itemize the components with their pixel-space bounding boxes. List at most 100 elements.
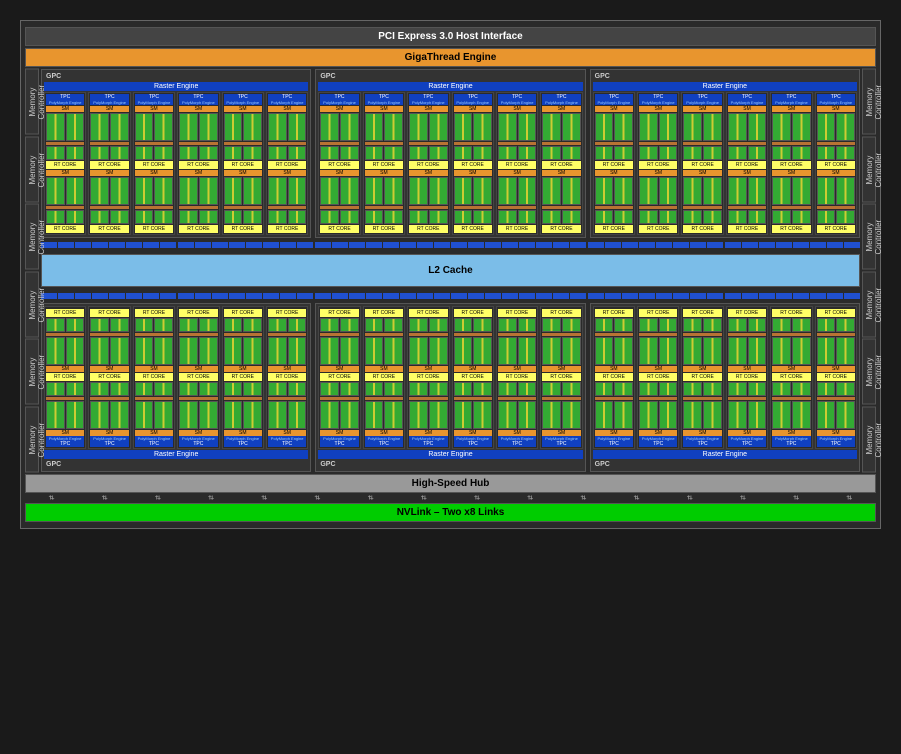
core-column [614, 210, 633, 224]
cuda-cores [224, 401, 262, 429]
core-column [340, 210, 359, 224]
core-column [473, 401, 492, 429]
shared-mem-strip [268, 142, 306, 145]
sm-label: SM [179, 106, 217, 112]
cuda-cores [365, 318, 403, 332]
sm-label: SM [409, 366, 447, 372]
shared-mem-strip [817, 206, 855, 209]
cuda-cores [595, 113, 633, 141]
gpc: GPCRaster EngineTPCPolyMorph EngineSMRT … [41, 69, 311, 238]
cuda-cores [498, 177, 536, 205]
cuda-cores [817, 337, 855, 365]
core-column [817, 382, 836, 396]
shared-mem-strip [135, 333, 173, 336]
rt-core: RT CORE [224, 373, 262, 381]
pci-interface: PCI Express 3.0 Host Interface [25, 27, 876, 46]
polymorph-engine: PolyMorph Engine [498, 100, 536, 105]
cuda-cores [46, 318, 84, 332]
shared-mem-strip [179, 333, 217, 336]
rt-core: RT CORE [728, 373, 766, 381]
shared-mem-strip [90, 206, 128, 209]
core-column [639, 177, 658, 205]
rt-core: RT CORE [135, 309, 173, 317]
core-column [614, 113, 633, 141]
rt-core: RT CORE [409, 373, 447, 381]
core-column [46, 177, 65, 205]
rop-unit [622, 293, 638, 299]
tpc: TPCPolyMorph EngineSMRT CORESMRT CORE [770, 92, 812, 235]
updown-arrow-icon: ⇅ [367, 496, 374, 500]
core-column [199, 113, 218, 141]
rop-group [41, 293, 176, 299]
sm-label: SM [542, 366, 580, 372]
core-column [683, 382, 702, 396]
core-column [614, 337, 633, 365]
sm-label: SM [365, 106, 403, 112]
shared-mem-strip [46, 142, 84, 145]
core-column [179, 318, 198, 332]
core-column [542, 210, 561, 224]
tpc: TPCPolyMorph EngineSMRT CORESMRT CORE [222, 92, 264, 235]
rop-unit [280, 293, 296, 299]
core-column [639, 382, 658, 396]
shared-mem-strip [498, 142, 536, 145]
rop-unit [366, 242, 382, 248]
core-column [288, 337, 307, 365]
raster-engine: Raster Engine [318, 450, 582, 459]
cuda-cores [772, 337, 810, 365]
tpc: TPCPolyMorph EngineSMRT CORESMRT CORE [363, 92, 405, 235]
core-column [562, 382, 581, 396]
polymorph-engine: PolyMorph Engine [179, 100, 217, 105]
cuda-cores [90, 318, 128, 332]
core-column [817, 210, 836, 224]
shared-mem-strip [268, 333, 306, 336]
core-column [498, 113, 517, 141]
updown-arrow-icon: ⇅ [101, 496, 108, 500]
tpc-label: TPC [595, 441, 633, 447]
updown-arrow-icon: ⇅ [846, 496, 853, 500]
cuda-cores [268, 146, 306, 160]
core-column [659, 401, 678, 429]
rt-core: RT CORE [46, 225, 84, 233]
sm-label: SM [639, 366, 677, 372]
cuda-cores [817, 382, 855, 396]
rt-core: RT CORE [320, 161, 358, 169]
rop-unit [212, 242, 228, 248]
rop-unit [246, 293, 262, 299]
core-column [792, 382, 811, 396]
core-column [683, 113, 702, 141]
rop-unit [502, 293, 518, 299]
shared-mem-strip [498, 206, 536, 209]
core-column [703, 177, 722, 205]
tpc-label: TPC [542, 441, 580, 447]
tpc-label: TPC [639, 441, 677, 447]
core-column [384, 337, 403, 365]
core-column [792, 318, 811, 332]
cuda-cores [90, 113, 128, 141]
rop-unit [297, 242, 313, 248]
tpc: TPCPolyMorph EngineSMRT CORESMRT CORE [540, 92, 582, 235]
rt-core: RT CORE [454, 309, 492, 317]
rt-core: RT CORE [179, 161, 217, 169]
core-column [703, 113, 722, 141]
updown-arrow-icon: ⇅ [580, 496, 587, 500]
core-column [703, 210, 722, 224]
cuda-cores [639, 210, 677, 224]
rop-unit [707, 242, 723, 248]
core-column [135, 113, 154, 141]
rop-unit [434, 242, 450, 248]
cuda-cores [320, 318, 358, 332]
core-column [659, 382, 678, 396]
rop-unit [246, 242, 262, 248]
core-column [703, 146, 722, 160]
rt-core: RT CORE [498, 161, 536, 169]
updown-arrow-icon: ⇅ [208, 496, 215, 500]
rop-unit [844, 293, 860, 299]
rop-unit [519, 242, 535, 248]
core-column [429, 401, 448, 429]
core-column [288, 318, 307, 332]
rt-core: RT CORE [595, 225, 633, 233]
rop-unit [605, 242, 621, 248]
cuda-cores [179, 401, 217, 429]
rop-unit [468, 242, 484, 248]
